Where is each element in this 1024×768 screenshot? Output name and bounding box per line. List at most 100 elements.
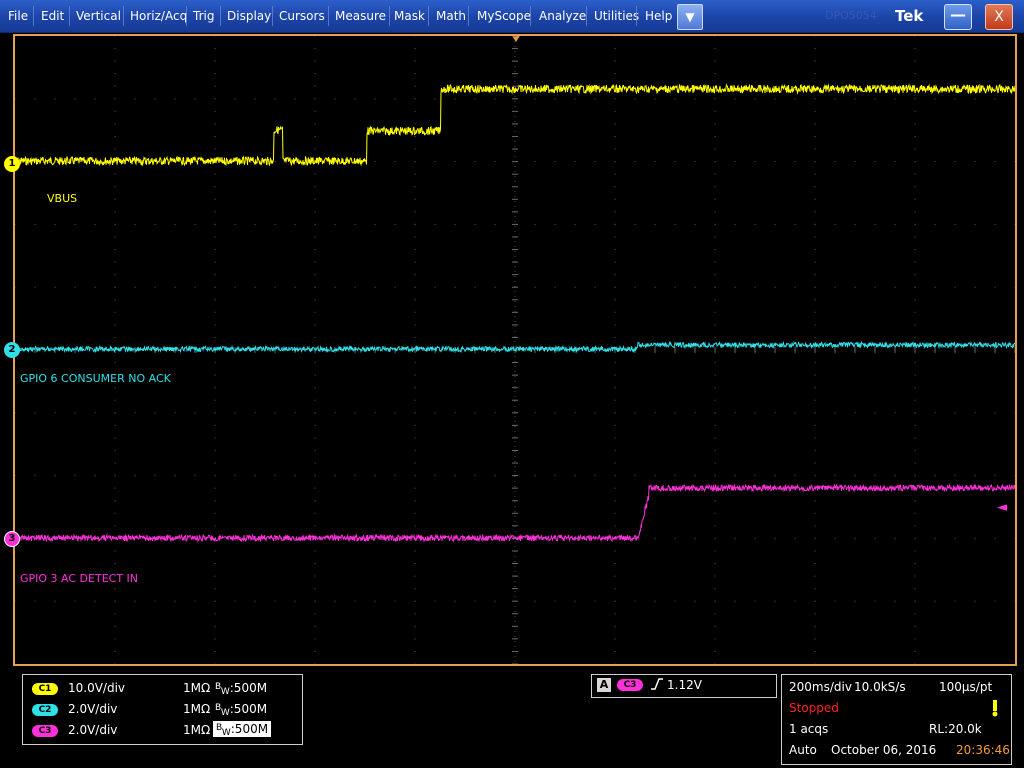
menu-bar: File Edit Vertical Horiz/Acq Trig Displa… bbox=[0, 0, 1024, 33]
grid-dot bbox=[314, 249, 316, 251]
menu-myscope[interactable]: MyScope bbox=[471, 0, 537, 32]
grid-dot bbox=[494, 98, 496, 100]
grid-dot bbox=[774, 161, 776, 163]
vertical-settings-panel[interactable]: C1 10.0V/div 1MΩ BW:500M C2 2.0V/div 1MΩ… bbox=[22, 674, 303, 745]
menu-analyze[interactable]: Analyze bbox=[533, 0, 592, 32]
grid-dot bbox=[314, 500, 316, 502]
menu-trig[interactable]: Trig bbox=[187, 0, 220, 32]
grid-dot bbox=[874, 475, 876, 477]
bw-value: :500M bbox=[230, 722, 269, 736]
grid-dot bbox=[714, 588, 716, 590]
menu-edit[interactable]: Edit bbox=[35, 0, 70, 32]
grid-dot bbox=[414, 449, 416, 451]
waveform-display[interactable] bbox=[13, 34, 1017, 666]
menu-display[interactable]: Display bbox=[221, 0, 277, 32]
grid-dot bbox=[214, 588, 216, 590]
grid-dot bbox=[534, 286, 536, 288]
grid-dot bbox=[814, 299, 816, 301]
chevron-down-icon[interactable]: ▼ bbox=[677, 4, 703, 30]
grid-dot bbox=[954, 286, 956, 288]
ch2-badge[interactable]: C2 bbox=[32, 704, 58, 716]
grid-dot bbox=[94, 223, 96, 225]
grid-dot bbox=[114, 311, 116, 313]
grid-dot bbox=[374, 98, 376, 100]
grid-dot bbox=[394, 98, 396, 100]
grid-dot bbox=[814, 198, 816, 200]
menu-mask[interactable]: Mask bbox=[388, 0, 431, 32]
grid-dot bbox=[34, 223, 36, 225]
grid-dot bbox=[434, 223, 436, 225]
grid-dot bbox=[734, 475, 736, 477]
grid-dot bbox=[314, 324, 316, 326]
grid-dot bbox=[614, 161, 616, 163]
grid-dot bbox=[754, 475, 756, 477]
grid-dot bbox=[214, 173, 216, 175]
graticule bbox=[15, 36, 1015, 664]
grid-dot bbox=[414, 563, 416, 565]
grid-dot bbox=[814, 663, 816, 664]
grid-dot bbox=[814, 399, 816, 401]
grid-dot bbox=[214, 60, 216, 62]
minimize-icon[interactable]: — bbox=[944, 4, 972, 30]
grid-dot bbox=[354, 600, 356, 602]
grid-dot bbox=[614, 336, 616, 338]
grid-dot bbox=[714, 249, 716, 251]
menu-horiz-acq[interactable]: Horiz/Acq bbox=[124, 0, 193, 32]
menu-cursors[interactable]: Cursors bbox=[273, 0, 331, 32]
grid-dot bbox=[214, 123, 216, 125]
grid-dot bbox=[814, 575, 816, 577]
grid-dot bbox=[714, 613, 716, 615]
grid-dot bbox=[734, 98, 736, 100]
ch2-marker[interactable]: 2 bbox=[4, 342, 20, 358]
menu-measure[interactable]: Measure bbox=[329, 0, 392, 32]
trigger-settings-panel[interactable]: A C3 1.12V bbox=[591, 674, 777, 698]
ch1-badge[interactable]: C1 bbox=[32, 683, 58, 695]
ch3-bandwidth[interactable]: BW:500M bbox=[213, 721, 272, 738]
grid-dot bbox=[714, 261, 716, 263]
grid-dot bbox=[814, 148, 816, 150]
close-button[interactable]: X bbox=[985, 4, 1013, 30]
ch2-bandwidth: BW:500M bbox=[215, 702, 267, 718]
grid-dot bbox=[214, 311, 216, 313]
grid-dot bbox=[654, 161, 656, 163]
grid-dot bbox=[114, 324, 116, 326]
menu-vertical[interactable]: Vertical bbox=[70, 0, 127, 32]
grid-dot bbox=[914, 60, 916, 62]
grid-dot bbox=[114, 387, 116, 389]
grid-dot bbox=[414, 173, 416, 175]
ch3-marker[interactable]: 3 bbox=[4, 531, 20, 547]
grid-dot bbox=[614, 249, 616, 251]
grid-dot bbox=[714, 135, 716, 137]
acquisition-time: 20:36:46 bbox=[956, 743, 1010, 757]
grid-dot bbox=[214, 36, 216, 37]
trigger-level-icon[interactable]: ◄ bbox=[997, 500, 1007, 515]
grid-dot bbox=[714, 73, 716, 75]
trigger-source-badge[interactable]: C3 bbox=[617, 679, 643, 691]
menu-file[interactable]: File bbox=[2, 0, 34, 32]
grid-dot bbox=[674, 475, 676, 477]
grid-dot bbox=[314, 261, 316, 263]
menu-help[interactable]: Help bbox=[639, 0, 678, 32]
grid-dot bbox=[394, 223, 396, 225]
grid-dot bbox=[114, 48, 116, 50]
grid-dot bbox=[174, 600, 176, 602]
grid-dot bbox=[894, 98, 896, 100]
grid-dot bbox=[814, 500, 816, 502]
ch1-marker[interactable]: 1 bbox=[4, 156, 20, 172]
grid-dot bbox=[714, 324, 716, 326]
grid-dot bbox=[674, 223, 676, 225]
grid-dot bbox=[614, 274, 616, 276]
grid-dot bbox=[634, 161, 636, 163]
grid-dot bbox=[15, 98, 16, 100]
grid-dot bbox=[314, 663, 316, 664]
grid-dot bbox=[214, 261, 216, 263]
grid-dot bbox=[714, 575, 716, 577]
grid-dot bbox=[714, 462, 716, 464]
ch3-badge[interactable]: C3 bbox=[32, 725, 58, 737]
grid-dot bbox=[134, 475, 136, 477]
grid-dot bbox=[694, 286, 696, 288]
grid-dot bbox=[274, 286, 276, 288]
menu-math[interactable]: Math bbox=[430, 0, 472, 32]
grid-dot bbox=[814, 650, 816, 652]
acquisition-panel[interactable]: 200ms/div 10.0kS/s 100µs/pt Stopped 1 ac… bbox=[781, 674, 1012, 765]
